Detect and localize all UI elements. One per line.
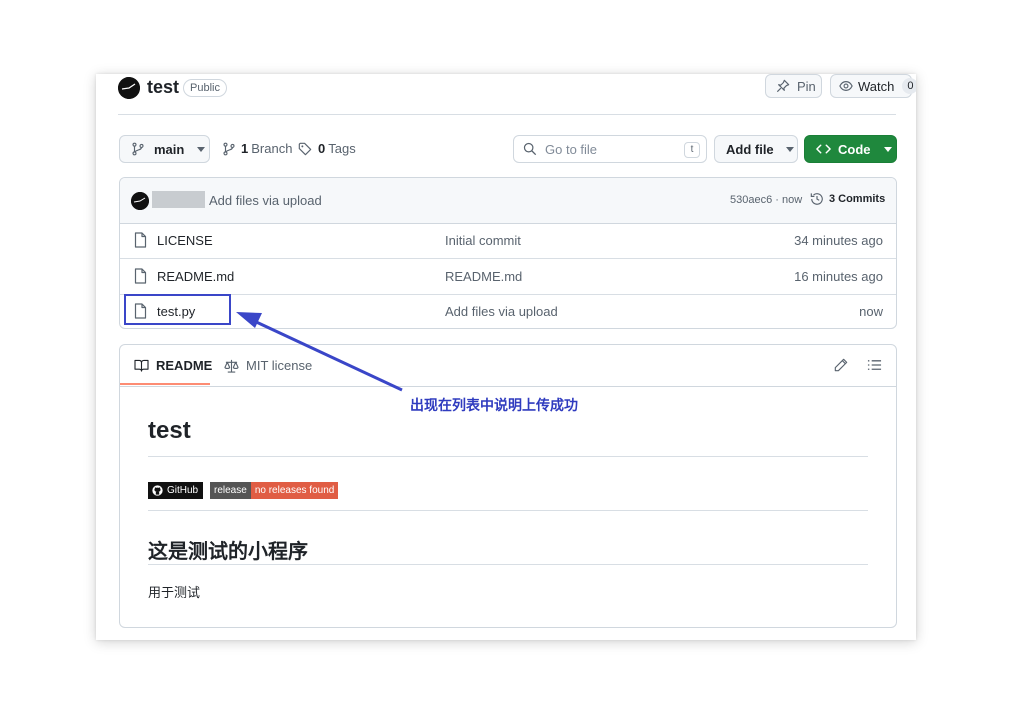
- annotation-text: 出现在列表中说明上传成功: [410, 397, 578, 413]
- annotation-arrow-icon: [236, 312, 403, 392]
